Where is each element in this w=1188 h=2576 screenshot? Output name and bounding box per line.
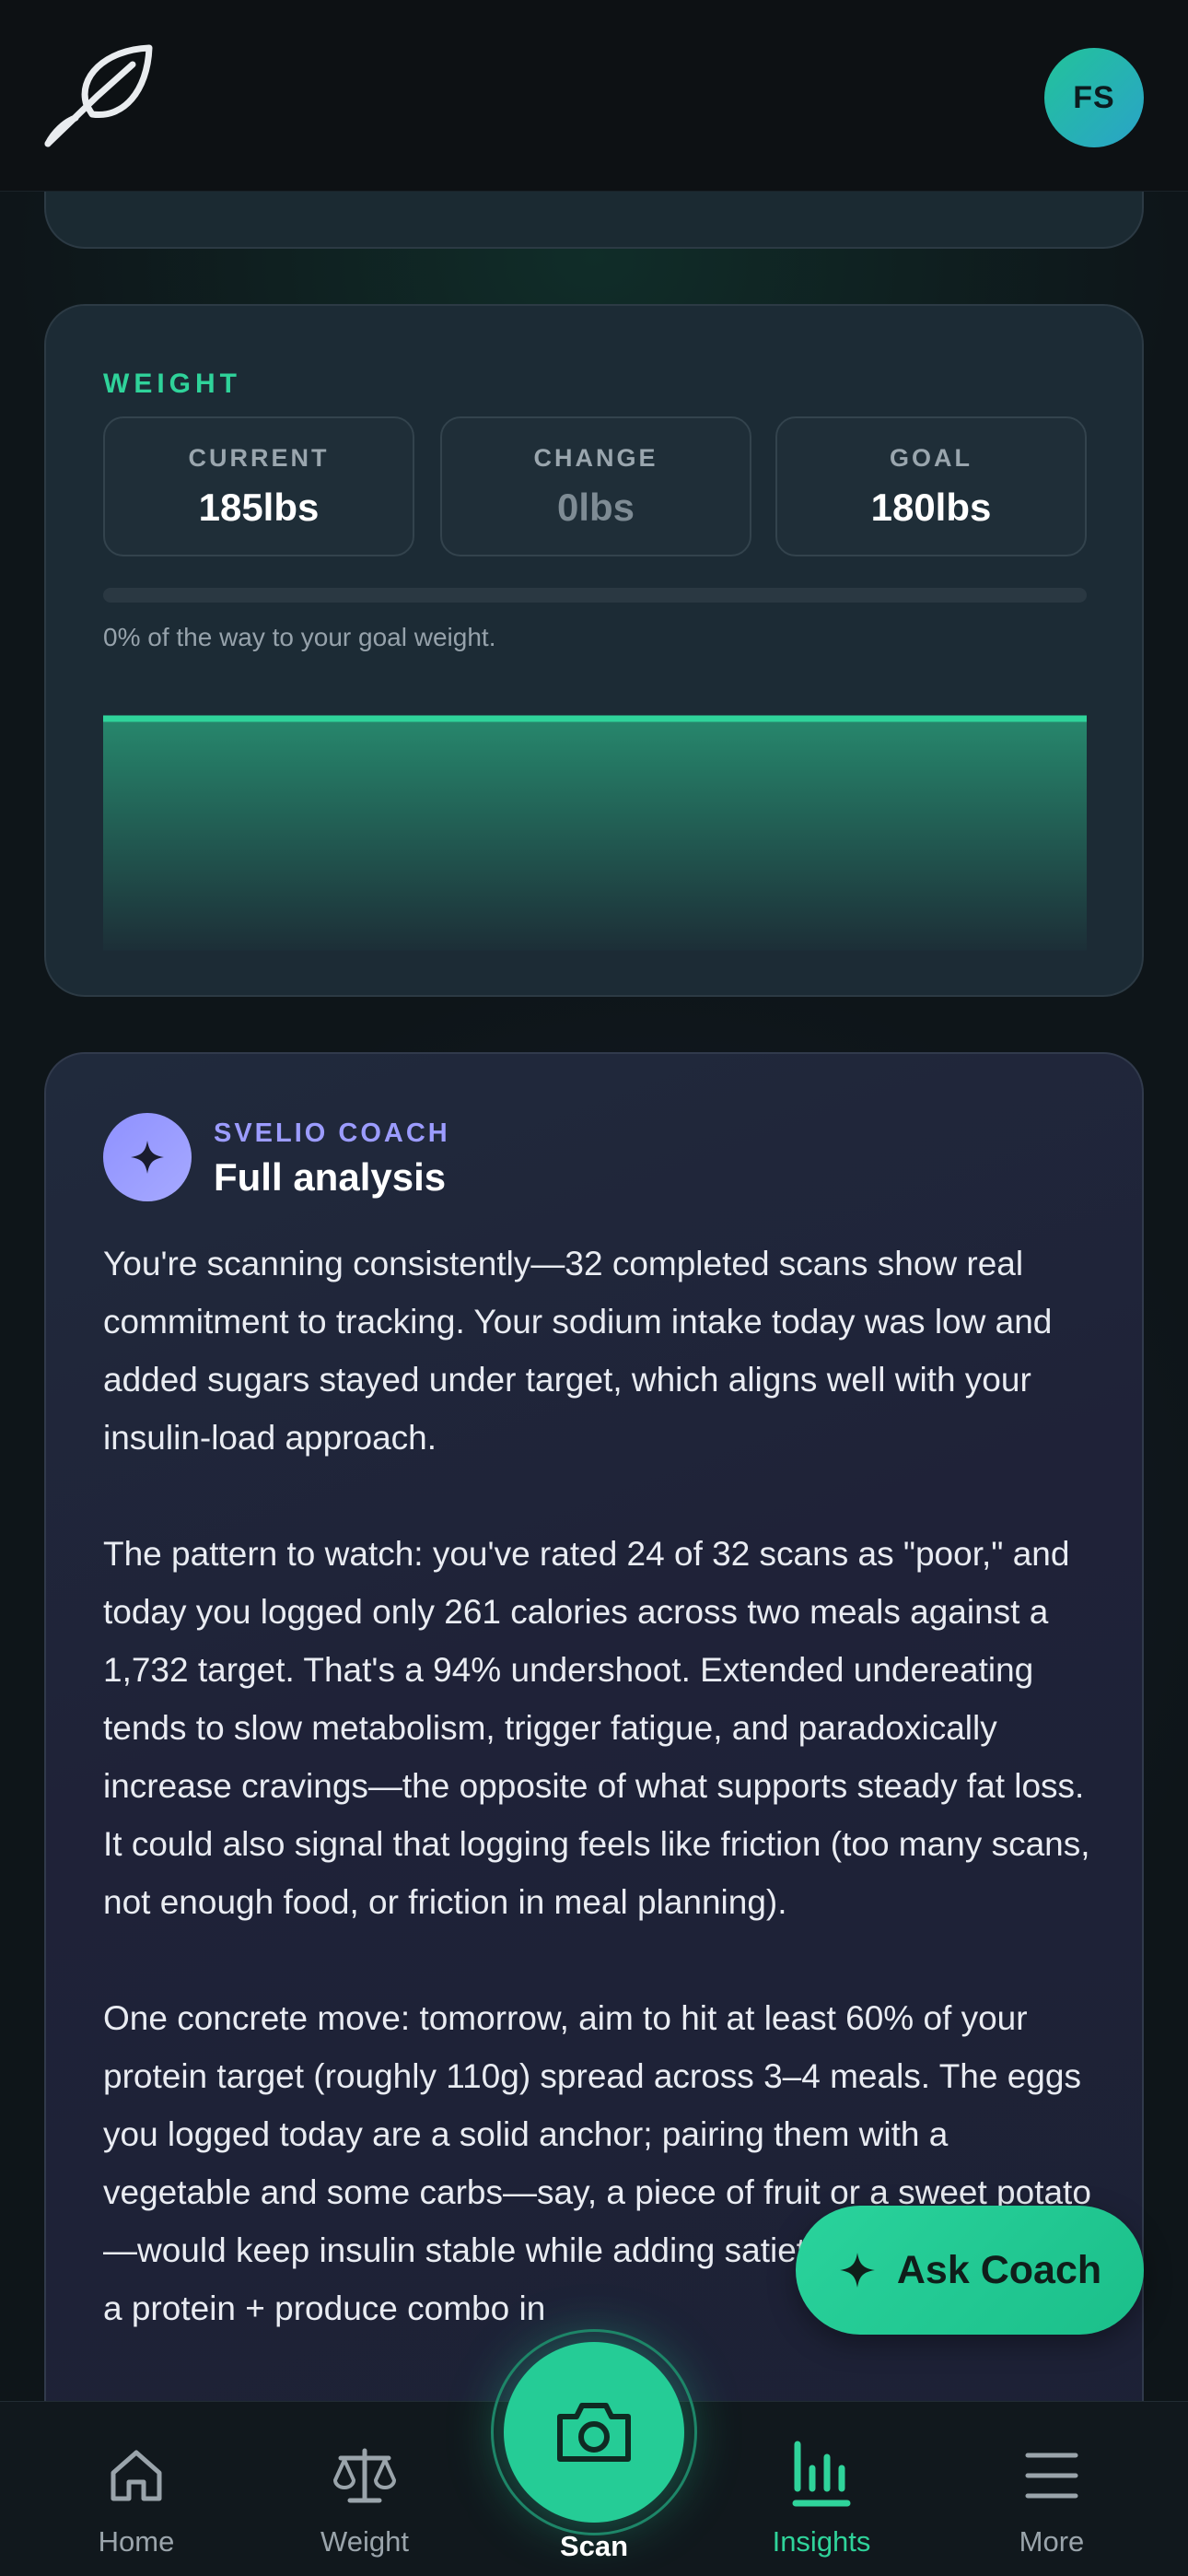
stat-value: 0lbs [556,486,635,529]
stat-label: CHANGE [533,444,658,472]
coach-title: Full analysis [214,1155,447,1199]
camera-icon [557,2403,631,2462]
nav-label: Weight [320,2525,409,2558]
nav-item-insights[interactable]: Insights [729,2439,914,2558]
home-icon [111,2450,162,2501]
nav-item-home[interactable]: Home [44,2439,228,2558]
analysis-paragraph: You're scanning consistently—32 complete… [103,1245,1053,1457]
nav-label: Insights [772,2525,871,2558]
nav-label: Home [98,2525,175,2558]
change-weight-stat: CHANGE 0lbs [440,416,751,556]
app-header: FS [0,0,1188,192]
weight-area [103,719,1087,951]
section-label: WEIGHT [103,369,241,399]
nav-item-weight[interactable]: Weight [273,2439,457,2558]
stat-value: 180lbs [870,486,992,529]
progress-text: 0% of the way to your goal weight. [103,623,496,651]
avatar[interactable]: FS [1044,48,1144,147]
leaf-icon[interactable] [41,41,155,149]
stat-label: CURRENT [188,444,330,472]
scale-icon [333,2448,396,2503]
goal-progress-bar [103,588,1087,603]
analysis-paragraph: The pattern to watch: you've rated 24 of… [103,1535,1090,1921]
weight-chart [103,715,1087,951]
sparkle-icon [103,1113,192,1201]
nav-label: More [1019,2525,1085,2558]
nav-item-more[interactable]: More [960,2439,1144,2558]
ask-coach-label: Ask Coach [896,2247,1102,2292]
stat-value: 185lbs [198,486,320,529]
coach-kicker: SVELIO COACH [214,1118,450,1148]
weight-card: WEIGHT CURRENT 185lbs CHANGE 0lbs GOAL 1… [44,304,1144,997]
sparkle-icon [839,2253,875,2288]
current-weight-stat: CURRENT 185lbs [103,416,414,556]
scan-button[interactable] [491,2329,697,2535]
goal-weight-stat: GOAL 180lbs [775,416,1087,556]
stat-label: GOAL [890,444,973,472]
ask-coach-button[interactable]: Ask Coach [796,2206,1144,2335]
menu-icon [1025,2453,1078,2499]
scan-label: Scan [559,2530,629,2562]
chart-icon [792,2441,851,2507]
